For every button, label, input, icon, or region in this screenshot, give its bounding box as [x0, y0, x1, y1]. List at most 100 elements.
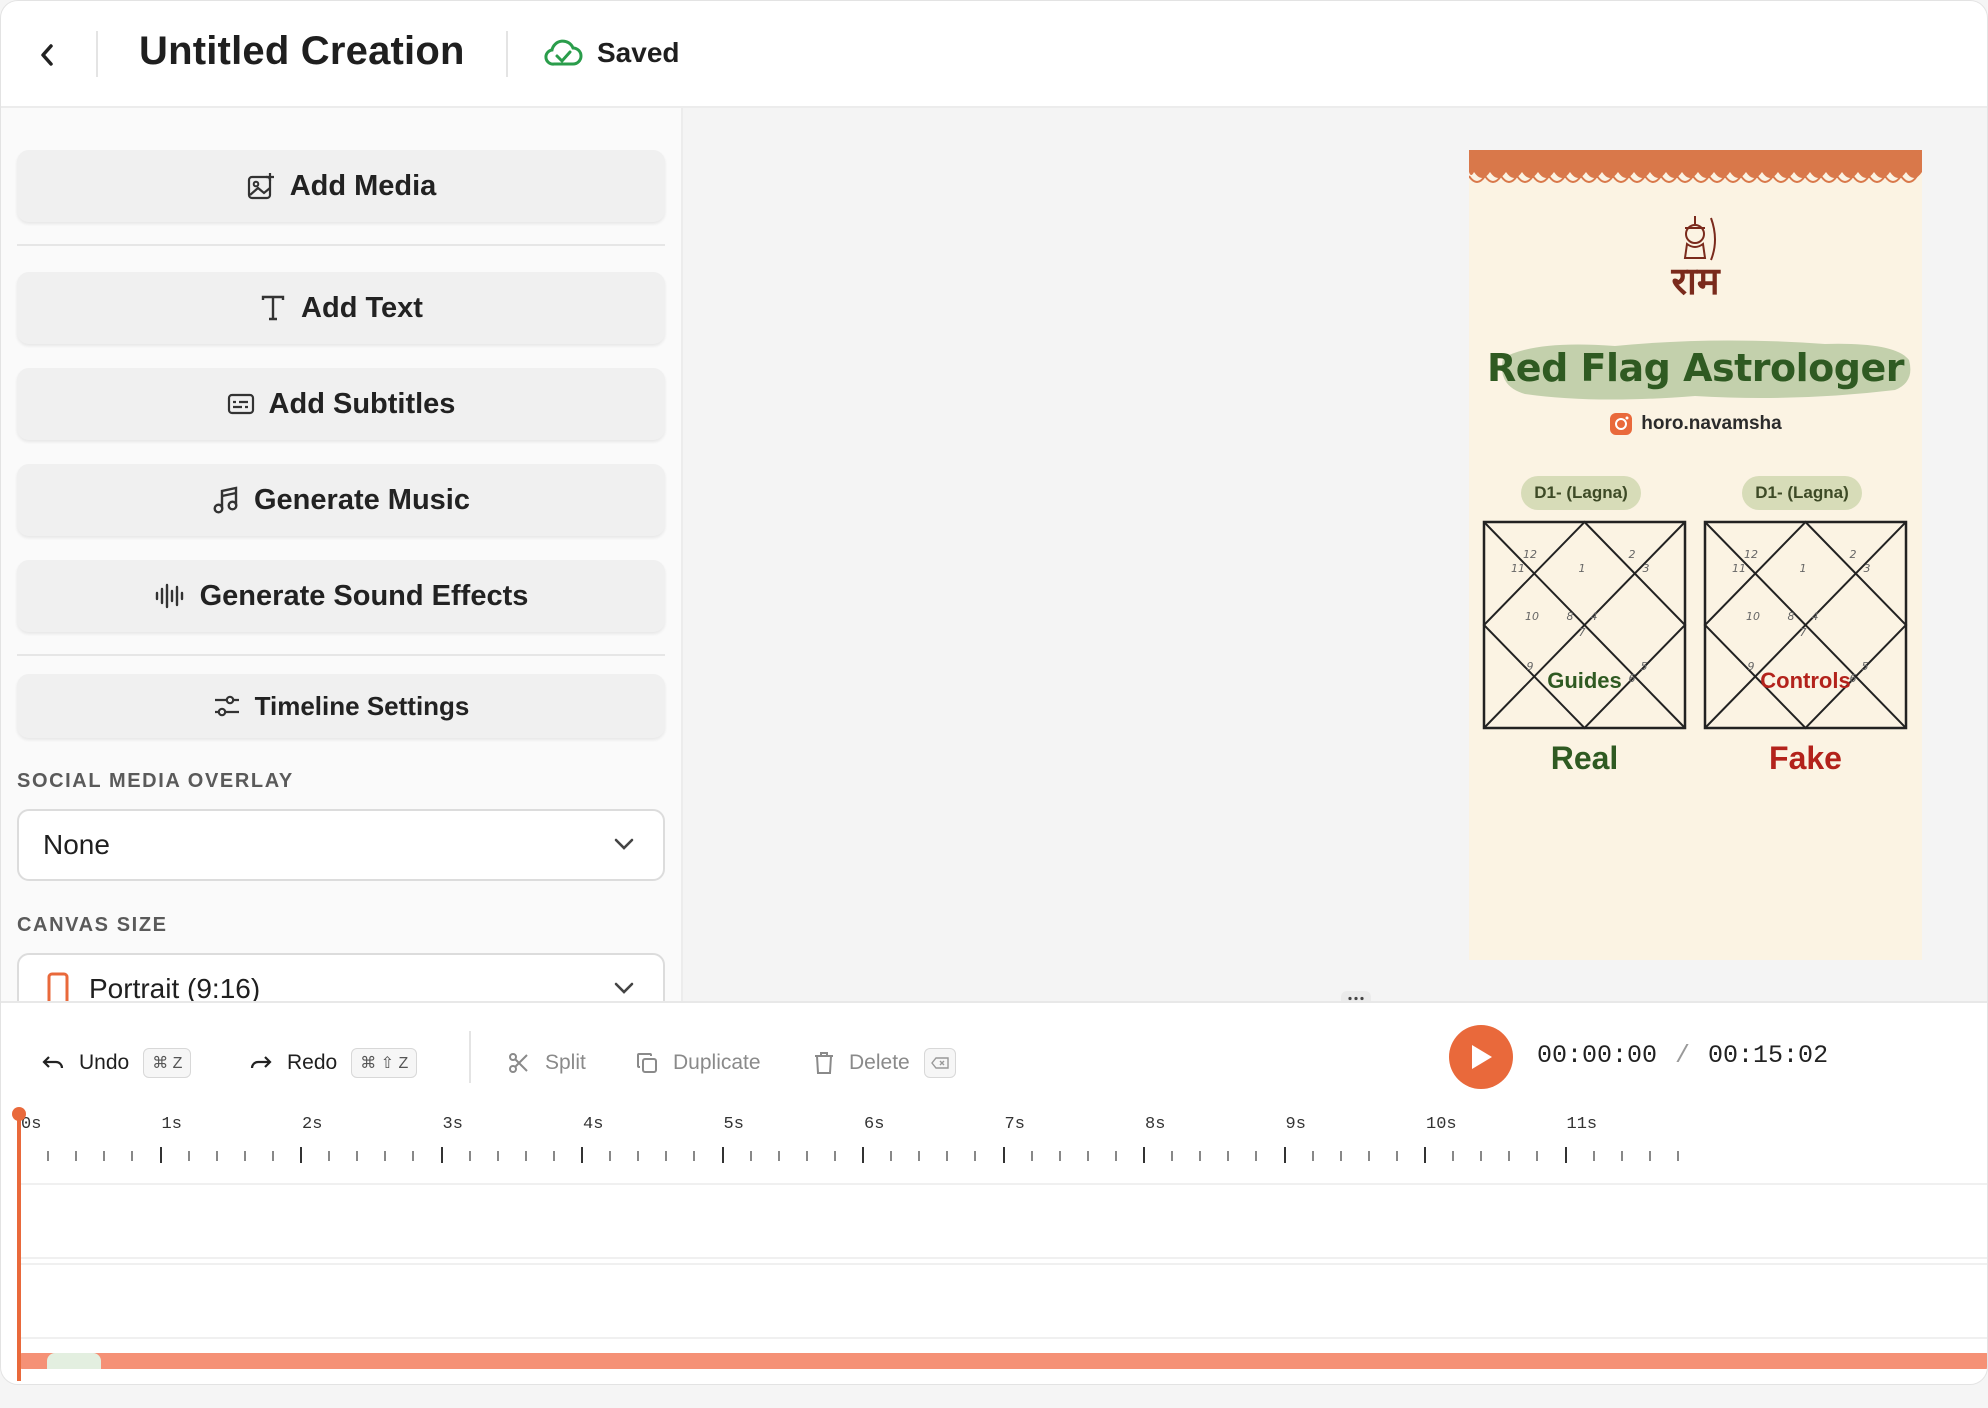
- delete-button[interactable]: Delete: [813, 1041, 956, 1085]
- image-plus-icon: [247, 173, 274, 200]
- generate-music-button[interactable]: Generate Music: [17, 464, 665, 536]
- timeline-settings-button[interactable]: Timeline Settings: [17, 674, 665, 738]
- playhead[interactable]: [17, 1111, 21, 1381]
- house-number: 2: [1629, 548, 1636, 561]
- minor-tick: [1058, 1151, 1061, 1161]
- video-preview[interactable]: राम Red Flag Astrologer horo.navamsha D1…: [1469, 150, 1922, 960]
- add-subtitles-button[interactable]: Add Subtitles: [17, 368, 665, 440]
- minor-tick: [749, 1151, 752, 1161]
- chevron-left-icon: [41, 44, 53, 66]
- save-status-text: Saved: [597, 37, 680, 68]
- chevron-down-icon: [614, 838, 634, 850]
- minor-tick: [974, 1151, 977, 1161]
- timeline-ruler[interactable]: 0s 1s 2s 3s 4s 5s 6s 7s 8s 9s 10s 11s: [1, 1103, 1987, 1163]
- tick-label: 11s: [1566, 1115, 1598, 1134]
- add-media-button[interactable]: Add Media: [17, 150, 665, 222]
- major-tick: [581, 1147, 583, 1163]
- minor-tick: [103, 1151, 106, 1161]
- music-note-icon: [213, 486, 238, 514]
- canvas-size-label: CANVAS SIZE: [17, 914, 168, 936]
- add-text-button[interactable]: Add Text: [17, 272, 665, 344]
- house-number: 4: [1591, 610, 1598, 623]
- kundli-chart-left: 121211 310 8 479 56: [1482, 520, 1687, 730]
- house-number: 2: [1850, 548, 1857, 561]
- add-subtitles-label: Add Subtitles: [268, 387, 456, 420]
- tick-label: 10s: [1426, 1115, 1457, 1134]
- undo-button[interactable]: Undo ⌘ Z: [41, 1041, 192, 1085]
- major-tick: [721, 1147, 724, 1163]
- generate-sound-effects-button[interactable]: Generate Sound Effects: [17, 560, 665, 632]
- redo-button[interactable]: Redo ⌘ ⇧ Z: [249, 1041, 418, 1085]
- minor-tick: [665, 1151, 668, 1161]
- scissors-icon: [509, 1053, 528, 1073]
- preview-title: Red Flag Astrologer: [1487, 346, 1904, 390]
- minor-tick: [187, 1151, 190, 1161]
- minor-tick: [1367, 1151, 1370, 1161]
- undo-shortcut: ⌘ Z: [143, 1048, 192, 1078]
- minor-tick: [75, 1151, 78, 1161]
- split-button[interactable]: Split: [507, 1041, 586, 1085]
- minor-tick: [1227, 1151, 1230, 1161]
- timeline-track[interactable]: [19, 1183, 1987, 1259]
- timeline-track[interactable]: [19, 1263, 1987, 1339]
- tick-label: 9s: [1285, 1115, 1306, 1134]
- minor-tick: [777, 1151, 780, 1161]
- minor-tick: [1339, 1151, 1342, 1161]
- playhead-handle[interactable]: [12, 1107, 26, 1121]
- minor-tick: [609, 1151, 612, 1161]
- house-number: 3: [1643, 562, 1650, 575]
- redo-icon: [250, 1056, 272, 1069]
- tick-label: 8s: [1145, 1115, 1166, 1134]
- top-header: Untitled Creation Saved: [1, 1, 1987, 108]
- timeline-settings-label: Timeline Settings: [254, 690, 470, 721]
- project-title[interactable]: Untitled Creation: [139, 29, 465, 74]
- minor-tick: [1508, 1151, 1511, 1161]
- major-tick: [300, 1147, 302, 1163]
- instagram-handle: horo.navamsha: [1469, 412, 1922, 436]
- house-number: 12: [1523, 548, 1537, 561]
- minor-tick: [524, 1151, 527, 1161]
- major-tick: [1564, 1147, 1567, 1163]
- house-number: 10: [1746, 610, 1760, 623]
- house-number: 12: [1744, 548, 1758, 561]
- minor-tick: [918, 1151, 921, 1161]
- minor-tick: [243, 1151, 246, 1161]
- time-separator: /: [1675, 1041, 1691, 1070]
- duplicate-button[interactable]: Duplicate: [635, 1041, 761, 1085]
- minor-tick: [1592, 1151, 1595, 1161]
- video-clip[interactable]: [19, 1353, 1987, 1369]
- duplicate-label: Duplicate: [673, 1051, 761, 1074]
- save-status: Saved: [543, 37, 680, 69]
- minor-tick: [1480, 1151, 1483, 1161]
- tick-label: 2s: [302, 1115, 323, 1134]
- house-number: 8: [1788, 610, 1795, 623]
- chart-center-word-right: Controls: [1760, 668, 1851, 693]
- tick-label: 1s: [161, 1115, 182, 1134]
- minor-tick: [1620, 1151, 1623, 1161]
- chevron-down-icon: [614, 982, 634, 994]
- tick-label: 4s: [583, 1115, 604, 1134]
- minor-tick: [1536, 1151, 1539, 1161]
- minor-tick: [468, 1151, 471, 1161]
- total-time: 00:15:02: [1708, 1041, 1829, 1070]
- major-tick: [862, 1147, 864, 1163]
- ram-logo-text: राम: [1671, 259, 1720, 303]
- minor-tick: [693, 1151, 696, 1161]
- editor-app: Untitled Creation Saved Add Media Add Te…: [0, 0, 1988, 1385]
- minor-tick: [1199, 1151, 1202, 1161]
- play-button[interactable]: [1449, 1025, 1513, 1089]
- sidebar-divider: [17, 244, 665, 246]
- minor-tick: [1114, 1151, 1117, 1161]
- backspace-icon: [930, 1057, 949, 1069]
- social-media-overlay-select[interactable]: None: [17, 809, 665, 881]
- canvas-size-select[interactable]: Portrait (9:16): [17, 953, 665, 1001]
- add-text-label: Add Text: [301, 291, 423, 324]
- scallop-border: [1469, 150, 1922, 183]
- chart-caption-left: Real: [1550, 740, 1619, 776]
- minor-tick: [1171, 1151, 1174, 1161]
- back-button[interactable]: [29, 35, 65, 75]
- canvas-area: राम Red Flag Astrologer horo.navamsha D1…: [683, 108, 1987, 1001]
- header-divider: [506, 31, 508, 77]
- minor-tick: [271, 1151, 274, 1161]
- minor-tick: [328, 1151, 331, 1161]
